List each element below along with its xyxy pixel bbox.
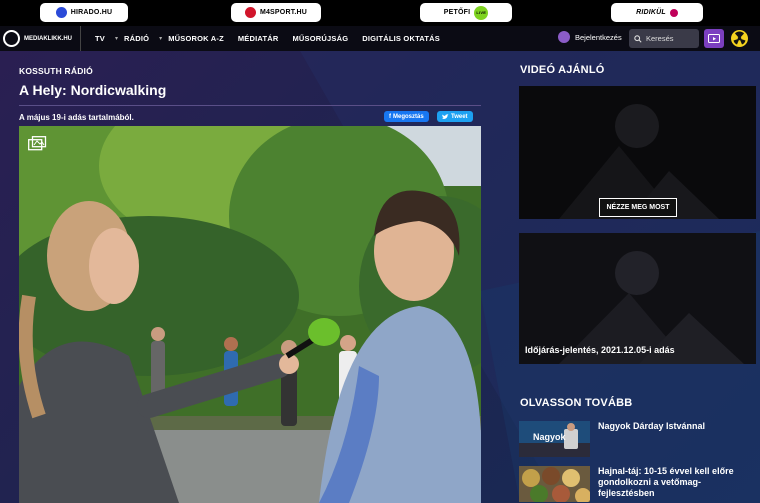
read-more-heading: OLVASSON TOVÁBB [520, 397, 633, 409]
twitter-icon [442, 113, 449, 119]
read-item-2-title: Hajnal-táj: 10-15 évvel kell előre gondo… [598, 466, 734, 498]
thumb1-text: Nagyok [533, 432, 566, 442]
tv-icon [708, 33, 720, 43]
video-heading: VIDEÓ AJÁNLÓ [520, 64, 605, 76]
nav-item-tv[interactable]: TV [95, 34, 105, 43]
watch-now-button[interactable]: NÉZZE MEG MOST [599, 198, 677, 217]
nav-item-digitalis[interactable]: DIGITÁLIS OKTATÁS [362, 34, 440, 43]
seeds-thumbnail-icon [519, 466, 590, 502]
title-divider [19, 105, 481, 106]
ridikul-label: RIDIKÜL [636, 9, 666, 16]
section-label[interactable]: KOSSUTH RÁDIÓ [19, 66, 93, 76]
hirado-logo-icon [55, 7, 67, 18]
search-icon [634, 34, 642, 43]
gallery-icon[interactable] [28, 136, 47, 156]
read-item-1-title: Nagyok Dárday Istvánnal [598, 421, 706, 431]
site-logo[interactable]: MEDIAKLIKK.HU [3, 30, 72, 47]
hirado-link[interactable]: HIRADO.HU [40, 3, 128, 22]
partner-bar: HIRADO.HU M4SPORT.HU PETŐFI LIVE RIDIKÜL [0, 0, 760, 26]
tv-chevron-down-icon[interactable]: ▾ [115, 35, 118, 42]
login-label: Bejelentkezés [575, 32, 622, 42]
ridikul-heart-icon [669, 8, 678, 17]
search-input[interactable]: Keresés [629, 29, 699, 48]
facebook-share-button[interactable]: f Megosztás [384, 111, 429, 122]
user-icon [558, 31, 570, 43]
facebook-icon: f [389, 113, 391, 120]
petofi-label: PETŐFI [443, 9, 471, 16]
live-badge: LIVE [474, 5, 489, 20]
nav-item-radio[interactable]: RÁDIÓ [124, 34, 149, 43]
tweet-label: Tweet [451, 113, 468, 120]
nav-item-mediatar[interactable]: MÉDIATÁR [238, 34, 279, 43]
radio-icon[interactable] [731, 30, 748, 47]
article-subtitle: A május 19-i adás tartalmából. [19, 113, 134, 122]
ridikul-link[interactable]: RIDIKÜL [611, 3, 703, 22]
read-item-2[interactable]: Hajnal-táj: 10-15 évvel kell előre gondo… [519, 466, 756, 502]
read-thumb-2 [519, 466, 590, 502]
m4sport-link[interactable]: M4SPORT.HU [231, 3, 321, 22]
radio-chevron-down-icon[interactable]: ▾ [159, 35, 162, 42]
interview-image [19, 126, 481, 503]
m4sport-label: M4SPORT.HU [259, 9, 308, 16]
article-photo[interactable] [19, 126, 481, 503]
read-thumb-1: Nagyok [519, 421, 590, 457]
read-item-1[interactable]: Nagyok Nagyok Dárday Istvánnal [519, 421, 756, 457]
nav-divider [80, 26, 81, 51]
facebook-share-label: Megosztás [393, 113, 424, 120]
logo-text: MEDIAKLIKK.HU [24, 35, 72, 42]
hirado-label: HIRADO.HU [70, 9, 113, 16]
petofi-link[interactable]: PETŐFI LIVE [420, 3, 512, 22]
nav-item-musorok[interactable]: MŰSOROK A-Z [168, 34, 224, 43]
login-link[interactable]: Bejelentkezés [558, 31, 622, 43]
search-placeholder: Keresés [646, 34, 674, 43]
video2-caption[interactable]: Időjárás-jelentés, 2021.12.05-i adás [525, 345, 675, 355]
logo-ring-icon [3, 30, 20, 47]
article-title: A Hely: Nordicwalking [19, 82, 167, 98]
nav-item-musorujsag[interactable]: MŰSORÚJSÁG [292, 34, 348, 43]
live-tv-button[interactable] [704, 29, 724, 48]
m4sport-logo-icon [244, 7, 256, 18]
tweet-button[interactable]: Tweet [437, 111, 473, 122]
